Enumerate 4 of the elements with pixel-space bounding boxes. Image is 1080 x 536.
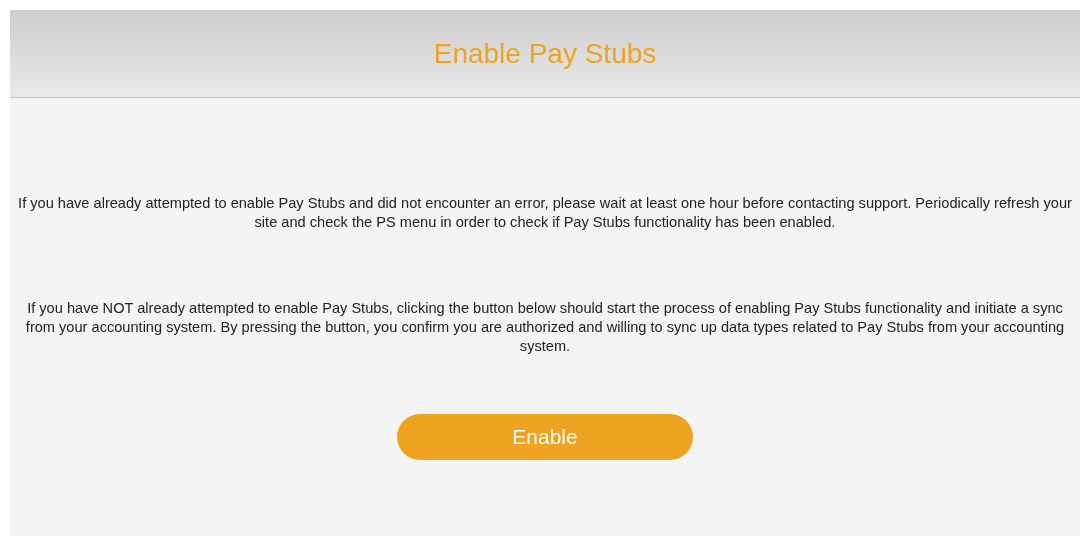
info-paragraph: If you have already attempted to enable Pay Stubs and did not encounter an error, please wait at least one hour before contacting support. Periodically refresh your site and check the PS menu in order to check if Pay Stubs functionality has been enabled. (17, 194, 1073, 232)
info-paragraph: If you have NOT already attempted to enable Pay Stubs, clicking the button below should start the process of enabling Pay Stubs functionality and initiate a sync from your accounting system. By pressing the button, you confirm you are authorized and willing to sync up data types related to Pay Stubs from your accounting system. (24, 299, 1066, 356)
enable-button[interactable]: Enable (397, 414, 693, 460)
page-title: Enable Pay Stubs (433, 37, 657, 70)
